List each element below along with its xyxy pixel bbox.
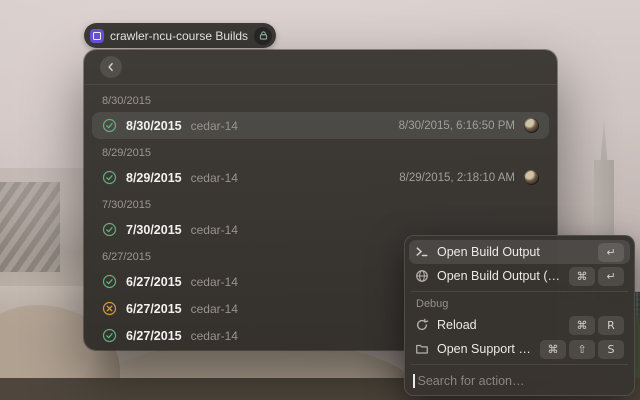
action-reload[interactable]: Reload ⌘ R <box>409 313 630 337</box>
build-date: 6/27/2015 <box>126 328 182 343</box>
panel-divider <box>411 364 628 365</box>
build-date: 8/29/2015 <box>126 170 182 185</box>
build-row[interactable]: 8/30/2015 cedar-14 8/30/2015, 6:16:50 PM <box>92 112 549 139</box>
action-label: Reload <box>437 318 477 332</box>
panel-section-debug: Debug <box>416 298 449 310</box>
build-stack: cedar-14 <box>190 274 238 289</box>
success-icon <box>102 118 117 133</box>
panel-divider <box>411 291 628 292</box>
text-caret <box>413 374 415 388</box>
user-avatar <box>524 170 539 185</box>
search-placeholder: Search for action… <box>417 374 525 388</box>
build-timestamp: 8/29/2015, 2:18:10 AM <box>399 171 515 184</box>
build-date: 7/30/2015 <box>126 222 182 237</box>
action-label: Open Build Output <box>437 245 540 259</box>
wallpaper-stairs <box>0 182 60 272</box>
build-row[interactable]: 8/29/2015 cedar-14 8/29/2015, 2:18:10 AM <box>92 164 549 191</box>
list-section-header: 8/30/2015 <box>102 95 151 107</box>
success-icon <box>102 328 117 343</box>
keycap-return: ↵ <box>598 266 624 286</box>
success-icon <box>102 170 117 185</box>
keycap-command: ⌘ <box>540 339 566 359</box>
list-section-header: 7/30/2015 <box>102 199 151 211</box>
chevron-left-icon <box>108 62 113 72</box>
build-date: 8/30/2015 <box>126 118 182 133</box>
action-search-input[interactable]: Search for action… <box>409 368 630 391</box>
window-title-pill[interactable]: crawler-ncu-course Builds <box>84 23 277 48</box>
terminal-icon <box>415 245 429 259</box>
action-open-support-directory[interactable]: Open Support Directory ⌘ ⇧ S <box>409 337 630 361</box>
action-label: Open Build Output (Web) <box>437 269 561 283</box>
build-date: 6/27/2015 <box>126 274 182 289</box>
success-icon <box>102 274 117 289</box>
keycap-r: R <box>598 315 624 335</box>
keycap-shift: ⇧ <box>569 339 595 359</box>
keycap-command: ⌘ <box>569 315 595 335</box>
success-icon <box>102 222 117 237</box>
user-avatar <box>524 118 539 133</box>
list-section-header: 8/29/2015 <box>102 147 151 159</box>
build-stack: cedar-14 <box>190 328 238 343</box>
failed-icon <box>102 301 117 316</box>
folder-icon <box>415 342 429 356</box>
back-button[interactable] <box>100 56 122 78</box>
lock-icon <box>259 31 267 40</box>
build-stack: cedar-14 <box>190 301 238 316</box>
globe-icon <box>415 269 429 283</box>
action-open-build-output[interactable]: Open Build Output ↵ <box>409 240 630 264</box>
action-label: Open Support Directory <box>437 342 532 356</box>
keycap-command: ⌘ <box>569 266 595 286</box>
action-panel: Open Build Output ↵ Open Build Output (W… <box>404 235 635 396</box>
window-header <box>84 50 557 85</box>
keycap-s: S <box>598 339 624 359</box>
build-stack: cedar-14 <box>190 118 238 133</box>
keycap-return: ↵ <box>598 242 624 262</box>
build-date: 6/27/2015 <box>126 301 182 316</box>
desktop: crawler-ncu-course Builds 8/30/2015 8/30… <box>0 0 640 400</box>
lock-badge <box>254 26 273 45</box>
build-stack: cedar-14 <box>190 170 238 185</box>
extension-icon <box>90 28 104 43</box>
reload-icon <box>415 318 429 332</box>
build-stack: cedar-14 <box>190 222 238 237</box>
action-open-build-output-web[interactable]: Open Build Output (Web) ⌘ ↵ <box>409 264 630 288</box>
window-title: crawler-ncu-course Builds <box>110 28 249 43</box>
build-timestamp: 8/30/2015, 6:16:50 PM <box>398 119 515 132</box>
